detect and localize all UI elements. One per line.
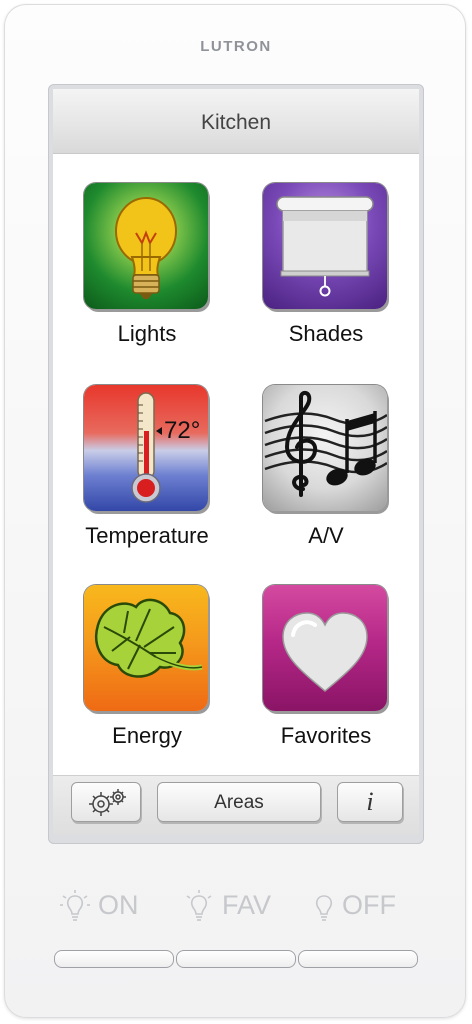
- room-title: Kitchen: [200, 111, 272, 134]
- hw-fav-label: FAV: [222, 890, 272, 920]
- hw-on-label: ON: [98, 890, 139, 920]
- info-button[interactable]: i: [337, 782, 403, 822]
- hw-fav-label-group: FAV: [184, 888, 294, 924]
- tile-favorites[interactable]: Favorites: [236, 585, 416, 775]
- info-icon: i: [366, 787, 374, 816]
- tile-energy[interactable]: Energy: [57, 585, 237, 775]
- gears-icon: [89, 789, 126, 816]
- hw-fav-button[interactable]: [176, 950, 296, 968]
- areas-label: Areas: [214, 792, 264, 813]
- tile-label: Favorites: [280, 723, 372, 748]
- light-bulb-icon: [84, 183, 208, 309]
- bulb-outline-icon: [315, 895, 333, 921]
- bulb-outline-icon: [186, 890, 212, 921]
- hw-on-button[interactable]: [54, 950, 174, 968]
- heart-icon: [263, 585, 387, 711]
- tile-label: Energy: [112, 723, 182, 748]
- window-shade-icon: [263, 183, 387, 309]
- tile-lights[interactable]: Lights: [57, 183, 237, 373]
- hw-off-label-group: OFF: [312, 888, 422, 924]
- hw-off-button[interactable]: [298, 950, 418, 968]
- hw-on-label-group: ON: [60, 888, 170, 924]
- thermometer-icon: 72°: [84, 385, 208, 511]
- settings-button[interactable]: [71, 782, 141, 822]
- leaf-icon: [84, 585, 208, 711]
- tile-temperature[interactable]: 72° Temperature: [57, 385, 237, 575]
- temperature-reading: 72°: [164, 417, 201, 444]
- tile-label: Shades: [288, 321, 364, 346]
- tile-label: A/V: [308, 523, 344, 548]
- brand-logo: LUTRON: [200, 38, 272, 55]
- areas-button[interactable]: Areas: [157, 782, 321, 822]
- tile-shades[interactable]: Shades: [236, 183, 416, 373]
- tile-label: Temperature: [85, 523, 209, 548]
- bulb-outline-icon: [60, 890, 90, 921]
- tile-av[interactable]: A/V: [236, 385, 416, 575]
- bottom-bar: Areas i: [53, 775, 419, 835]
- music-notes-icon: [263, 385, 387, 511]
- touch-screen: Kitchen Lights Shades 72° Temperature A/…: [53, 89, 419, 835]
- title-bar: Kitchen: [53, 89, 419, 154]
- tile-label: Lights: [117, 321, 177, 346]
- hw-off-label: OFF: [342, 890, 396, 920]
